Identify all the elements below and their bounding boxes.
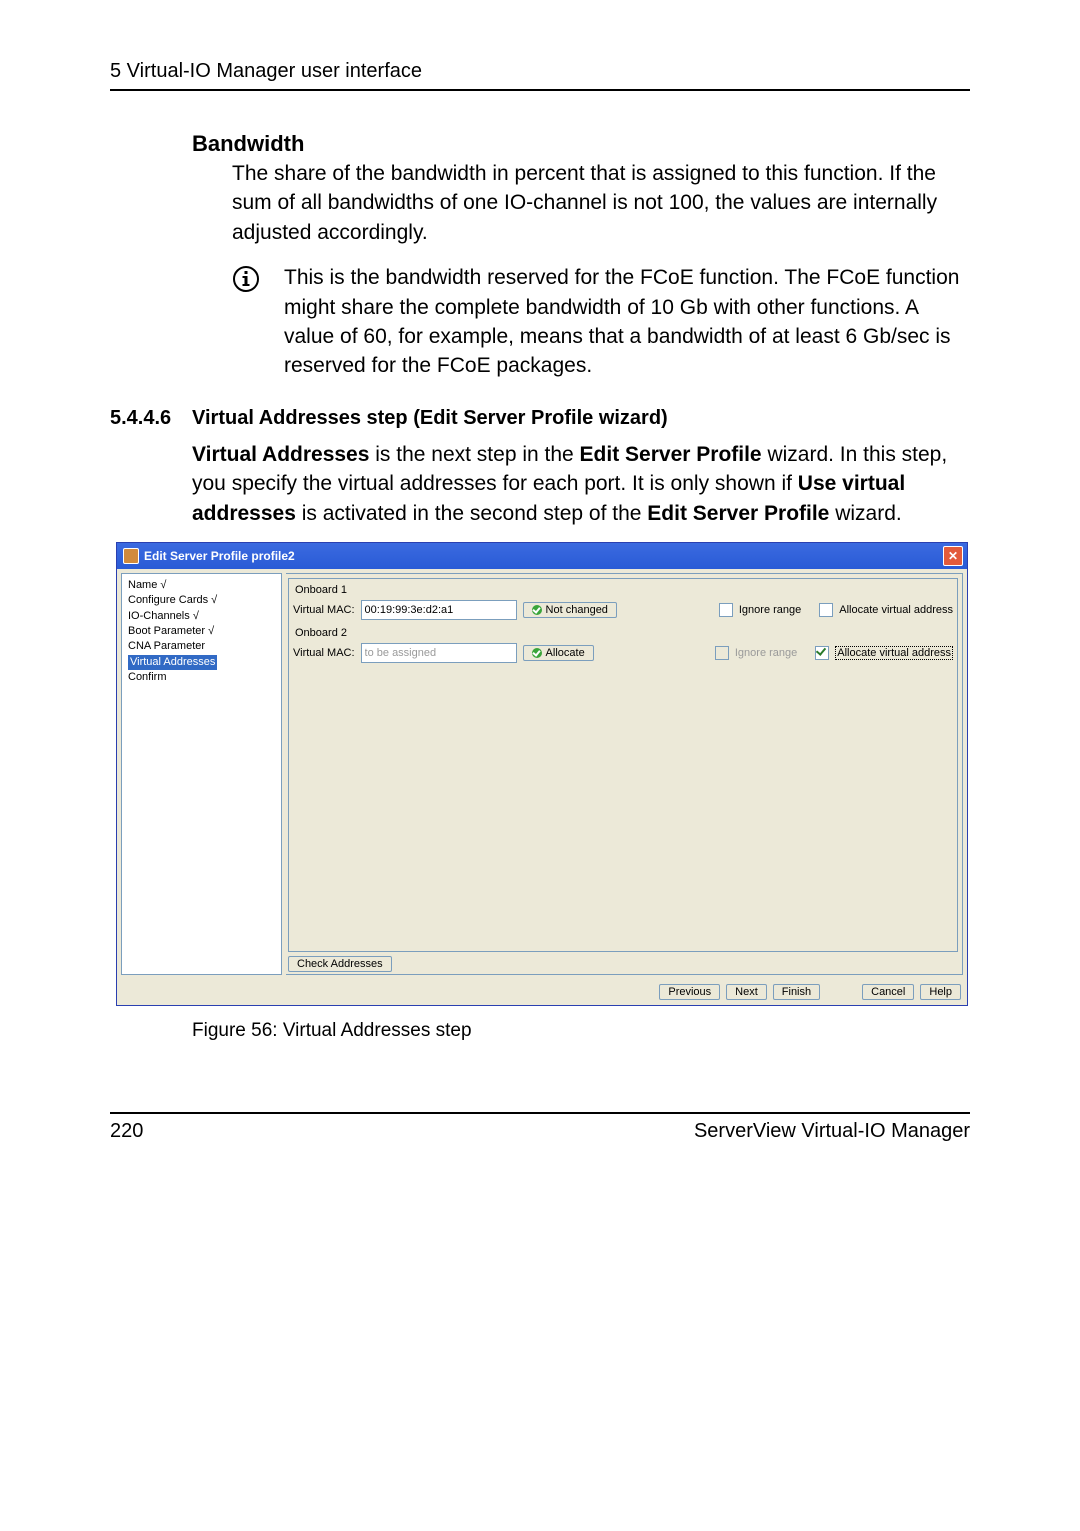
onboard2-mac-input	[361, 643, 517, 663]
onboard1-mac-label: Virtual MAC:	[293, 604, 355, 616]
help-button[interactable]: Help	[920, 984, 961, 1000]
tree-item-io-channels[interactable]: IO-Channels	[128, 610, 190, 622]
tree-item-name[interactable]: Name	[128, 579, 157, 591]
onboard1-action-button[interactable]: Not changed	[523, 602, 617, 618]
page-header: 5 Virtual-IO Manager user interface	[110, 60, 970, 83]
check-addresses-button[interactable]: Check Addresses	[288, 956, 392, 972]
onboard1-allocate-checkbox[interactable]	[819, 603, 833, 617]
dialog-footer: Previous Next Finish Cancel Help	[117, 979, 967, 1005]
tree-item-configure-cards[interactable]: Configure Cards	[128, 594, 208, 606]
info-icon	[232, 265, 260, 298]
product-name: ServerView Virtual-IO Manager	[694, 1120, 970, 1143]
close-button[interactable]: ✕	[943, 546, 963, 566]
previous-button[interactable]: Previous	[659, 984, 720, 1000]
onboard1-allocate-label: Allocate virtual address	[839, 604, 953, 616]
divider-bottom	[110, 1112, 970, 1114]
onboard2-mac-label: Virtual MAC:	[293, 647, 355, 659]
onboard1-ignore-range-checkbox[interactable]	[719, 603, 733, 617]
figure-caption: Figure 56: Virtual Addresses step	[192, 1020, 970, 1042]
page-number: 220	[110, 1120, 143, 1143]
divider-top	[110, 89, 970, 91]
edit-server-profile-dialog: Edit Server Profile profile2 ✕ Name Conf…	[116, 542, 968, 1006]
dialog-title: Edit Server Profile profile2	[144, 549, 295, 563]
tree-item-cna-parameter[interactable]: CNA Parameter	[128, 640, 205, 652]
tree-item-boot-parameter[interactable]: Boot Parameter	[128, 625, 205, 637]
onboard1-group: Onboard 1	[293, 583, 953, 597]
onboard2-allocate-label: Allocate virtual address	[835, 646, 953, 660]
tree-item-confirm[interactable]: Confirm	[128, 671, 167, 683]
onboard1-ignore-range-label: Ignore range	[739, 604, 801, 616]
app-icon	[123, 548, 139, 564]
onboard2-ignore-range-label: Ignore range	[735, 647, 797, 659]
onboard2-ignore-range-checkbox	[715, 646, 729, 660]
bandwidth-body: The share of the bandwidth in percent th…	[232, 159, 970, 247]
onboard2-group: Onboard 2	[293, 626, 953, 640]
onboard2-allocate-checkbox[interactable]	[815, 646, 829, 660]
bandwidth-title: Bandwidth	[192, 131, 970, 157]
intro-paragraph: Virtual Addresses is the next step in th…	[192, 440, 970, 528]
tree-item-virtual-addresses[interactable]: Virtual Addresses	[128, 655, 217, 670]
dialog-titlebar: Edit Server Profile profile2 ✕	[117, 543, 967, 569]
check-icon	[532, 605, 542, 615]
wizard-steps-tree: Name Configure Cards IO-Channels Boot Pa…	[121, 573, 282, 975]
onboard1-mac-input[interactable]	[361, 600, 517, 620]
bandwidth-note: This is the bandwidth reserved for the F…	[284, 263, 970, 381]
subsection-title: Virtual Addresses step (Edit Server Prof…	[192, 407, 668, 430]
subsection-number: 5.4.4.6	[110, 407, 192, 430]
onboard2-action-button[interactable]: Allocate	[523, 645, 594, 661]
next-button[interactable]: Next	[726, 984, 767, 1000]
check-icon	[532, 648, 542, 658]
finish-button[interactable]: Finish	[773, 984, 820, 1000]
cancel-button[interactable]: Cancel	[862, 984, 914, 1000]
